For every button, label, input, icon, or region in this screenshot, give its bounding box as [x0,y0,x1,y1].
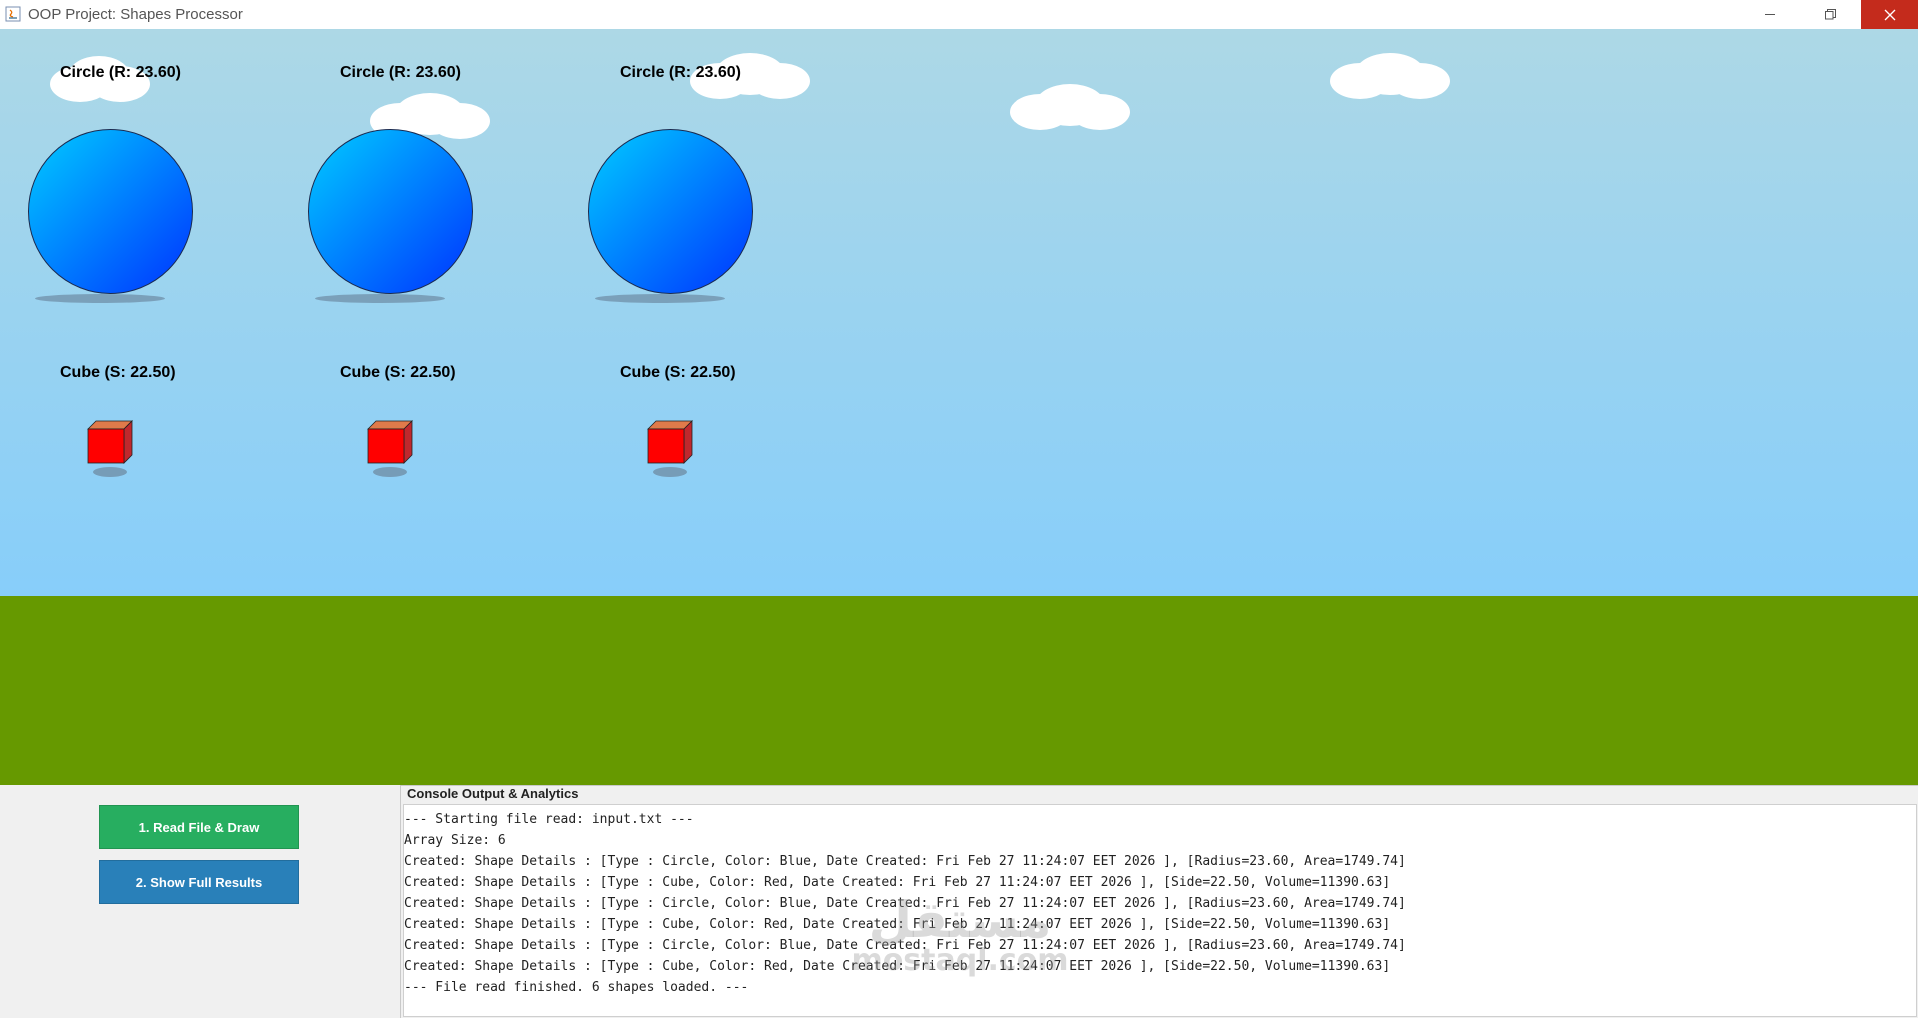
close-button[interactable] [1861,0,1918,29]
circle-shadow [595,294,725,303]
console-panel: Console Output & Analytics --- Starting … [400,785,1918,1018]
console-line: Array Size: 6 [404,833,506,848]
console-line: Created: Shape Details : [Type : Cube, C… [404,875,1391,890]
minimize-icon [1765,14,1775,15]
circle-label: Circle (R: 23.60) [620,64,741,81]
console-line: --- File read finished. 6 shapes loaded.… [404,980,749,995]
console-lines: --- Starting file read: input.txt --- Ar… [404,809,1406,998]
restore-icon [1825,9,1836,20]
console-line: --- Starting file read: input.txt --- [404,812,694,827]
java-app-icon [5,6,21,22]
circle-shadow [315,294,445,303]
console-line: Created: Shape Details : [Type : Circle,… [404,938,1406,953]
cube-shadow [93,467,127,477]
cube-label: Cube (S: 22.50) [340,364,456,381]
minimize-button[interactable] [1742,0,1799,29]
show-full-results-button[interactable]: 2. Show Full Results [99,860,299,904]
circle-shape [588,129,753,294]
cube-label: Cube (S: 22.50) [60,364,176,381]
console-line: Created: Shape Details : [Type : Cube, C… [404,917,1391,932]
circle-shape [28,129,193,294]
ground [0,596,1918,785]
window-title: OOP Project: Shapes Processor [28,6,243,23]
circle-shape [308,129,473,294]
console-line: Created: Shape Details : [Type : Circle,… [404,854,1406,869]
console-line: Created: Shape Details : [Type : Circle,… [404,896,1406,911]
circle-shadow [35,294,165,303]
console-line: Created: Shape Details : [Type : Cube, C… [404,959,1391,974]
console-title: Console Output & Analytics [406,786,580,801]
circle-label: Circle (R: 23.60) [340,64,461,81]
cube-shape [647,420,693,464]
circle-label: Circle (R: 23.60) [60,64,181,81]
cube-shape [367,420,413,464]
title-bar: OOP Project: Shapes Processor [0,0,1918,30]
bottom-panel: 1. Read File & Draw 2. Show Full Results… [0,785,1918,1018]
cube-shape [87,420,133,464]
console-output[interactable]: --- Starting file read: input.txt --- Ar… [403,804,1917,1017]
close-icon [1884,9,1895,20]
read-file-draw-button[interactable]: 1. Read File & Draw [99,805,299,849]
cube-shadow [373,467,407,477]
maximize-button[interactable] [1802,0,1859,29]
cube-shadow [653,467,687,477]
drawing-canvas: Circle (R: 23.60) Circle (R: 23.60) Circ… [0,29,1918,596]
cube-label: Cube (S: 22.50) [620,364,736,381]
